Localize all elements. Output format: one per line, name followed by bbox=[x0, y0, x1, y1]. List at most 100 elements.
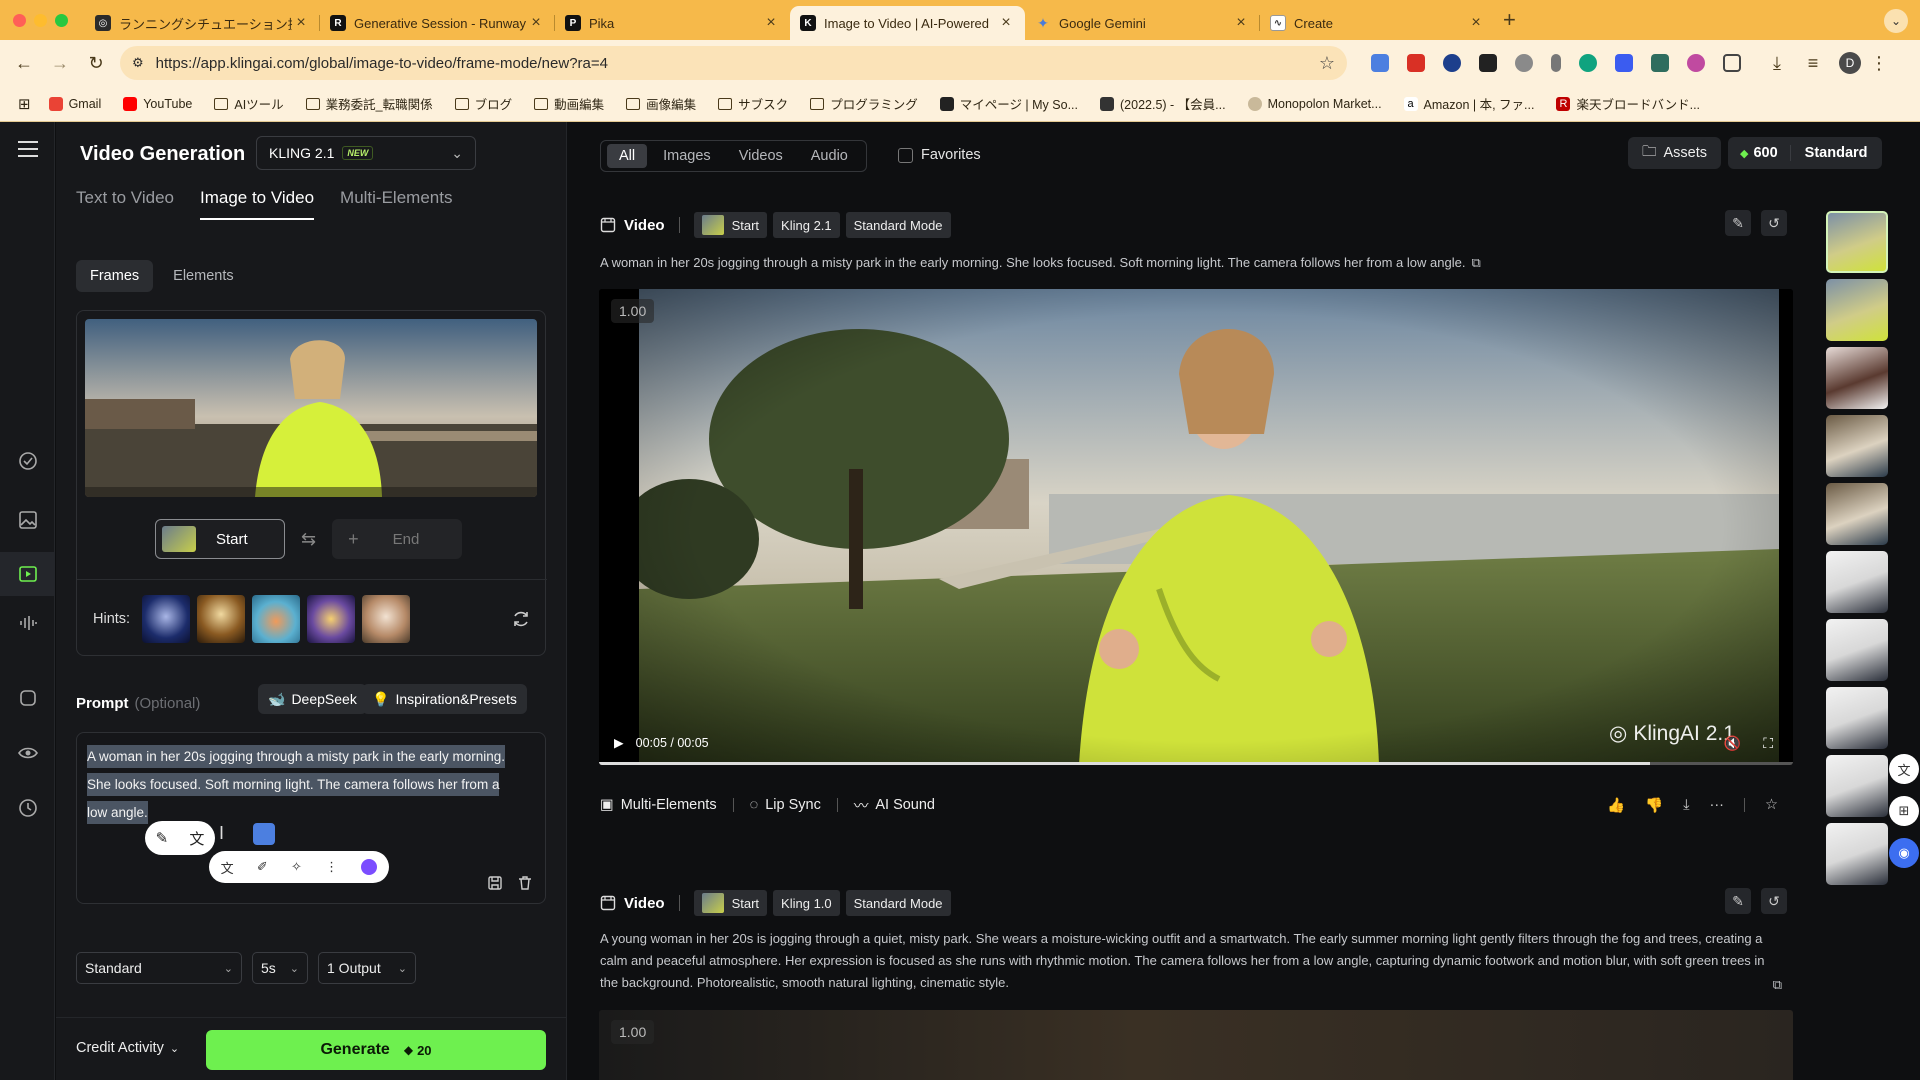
edit-icon[interactable]: ✎ bbox=[1725, 888, 1751, 914]
browser-tab[interactable]: R Generative Session - Runway × bbox=[320, 6, 555, 40]
apps-icon[interactable]: ⊞ bbox=[1889, 796, 1919, 826]
end-frame-button[interactable]: + End bbox=[332, 519, 463, 559]
start-frame-button[interactable]: Start bbox=[155, 519, 285, 559]
close-tab-icon[interactable]: × bbox=[527, 14, 545, 32]
tab-search-icon[interactable]: ⌄ bbox=[1884, 9, 1908, 33]
bookmark-monopolon[interactable]: Monopolon Market... bbox=[1247, 96, 1382, 111]
history-thumbnail[interactable] bbox=[1826, 687, 1888, 749]
progress-bar[interactable] bbox=[599, 762, 1793, 765]
mute-icon[interactable]: 🔇 bbox=[1724, 735, 1741, 752]
maximize-window-button[interactable] bbox=[55, 13, 68, 27]
refresh-hints-icon[interactable] bbox=[511, 609, 531, 629]
eye-icon[interactable] bbox=[15, 740, 40, 765]
bookmark-folder[interactable]: ブログ bbox=[454, 94, 512, 113]
credit-activity-button[interactable]: Credit Activity ⌄ bbox=[76, 1040, 179, 1056]
download-icon[interactable]: ⤓ bbox=[1683, 797, 1689, 813]
delete-icon[interactable] bbox=[517, 875, 533, 891]
browser-tab[interactable]: ∿ Create × bbox=[1260, 6, 1495, 40]
translate-icon[interactable]: 文 bbox=[189, 828, 204, 849]
filter-all[interactable]: All bbox=[607, 144, 648, 168]
highlight-icon[interactable]: ✐ bbox=[257, 859, 268, 875]
ai-sound-action[interactable]: 〰 AI Sound bbox=[854, 795, 935, 816]
image-generation-icon[interactable] bbox=[15, 507, 40, 532]
hint-thumbnail[interactable] bbox=[252, 594, 301, 643]
new-tab-button[interactable]: + bbox=[1503, 7, 1516, 33]
bookmark-folder[interactable]: 画像編集 bbox=[626, 94, 696, 113]
bookmark-folder[interactable]: サブスク bbox=[718, 94, 788, 113]
bookmark-amazon[interactable]: a Amazon | 本, ファ... bbox=[1403, 94, 1534, 113]
duration-select[interactable]: 5s ⌄ bbox=[252, 952, 308, 984]
hint-thumbnail[interactable] bbox=[362, 594, 411, 643]
translate-extension-icon[interactable] bbox=[1371, 54, 1389, 72]
close-tab-icon[interactable]: × bbox=[1232, 14, 1250, 32]
assets-icon[interactable] bbox=[15, 685, 40, 710]
microphone-icon[interactable] bbox=[1551, 54, 1561, 72]
bookmark-folder[interactable]: プログラミング bbox=[810, 94, 918, 113]
prompt-textarea[interactable]: A woman in her 20s jogging through a mis… bbox=[76, 732, 546, 904]
explore-icon[interactable] bbox=[15, 448, 40, 473]
thumbs-up-icon[interactable]: 👍 bbox=[1607, 797, 1625, 814]
assets-button[interactable]: 🗀 Assets bbox=[1628, 137, 1722, 169]
regenerate-icon[interactable]: ↺ bbox=[1761, 888, 1787, 914]
menu-icon[interactable] bbox=[15, 136, 40, 161]
history-thumbnail[interactable] bbox=[1826, 755, 1888, 817]
extension-icon[interactable] bbox=[1443, 54, 1461, 72]
download-icon[interactable]: ⤓ bbox=[1759, 53, 1795, 74]
bookmark-mypage[interactable]: マイページ | My So... bbox=[939, 94, 1078, 113]
prompt-text[interactable]: A woman in her 20s jogging through a mis… bbox=[87, 743, 523, 827]
hint-thumbnail[interactable] bbox=[142, 594, 191, 643]
favorites-filter[interactable]: Favorites bbox=[898, 147, 981, 163]
history-thumbnail[interactable] bbox=[1826, 347, 1888, 409]
extensions-puzzle-icon[interactable] bbox=[1723, 54, 1741, 72]
close-tab-icon[interactable]: × bbox=[762, 14, 780, 32]
swap-icon[interactable]: ⇆ bbox=[301, 529, 316, 550]
extension-icon[interactable] bbox=[1615, 54, 1633, 72]
more-icon[interactable]: ⋮ bbox=[325, 859, 338, 875]
youtube-extension-icon[interactable] bbox=[1407, 54, 1425, 72]
bookmark-folder[interactable]: 業務委託_転職関係 bbox=[305, 94, 433, 113]
extension-icon[interactable] bbox=[1479, 54, 1497, 72]
generate-button[interactable]: Generate ◆ 20 bbox=[206, 1030, 546, 1070]
site-settings-icon[interactable]: ⚙ bbox=[132, 55, 144, 71]
apps-grid-icon[interactable]: ⊞ bbox=[18, 95, 31, 113]
video-player[interactable]: 1.00 bbox=[599, 1010, 1793, 1080]
tab-frames[interactable]: Frames bbox=[76, 260, 154, 292]
history-thumbnail[interactable] bbox=[1826, 551, 1888, 613]
tab-multi-elements[interactable]: Multi-Elements bbox=[340, 188, 452, 220]
audio-generation-icon[interactable] bbox=[15, 610, 40, 635]
history-thumbnail[interactable] bbox=[1826, 279, 1888, 341]
outputs-select[interactable]: 1 Output ⌄ bbox=[318, 952, 416, 984]
filter-images[interactable]: Images bbox=[651, 144, 723, 168]
filter-audio[interactable]: Audio bbox=[799, 144, 860, 168]
translate-icon[interactable]: 文 bbox=[221, 858, 234, 877]
bookmark-youtube[interactable]: YouTube bbox=[123, 96, 192, 111]
close-tab-icon[interactable]: × bbox=[292, 14, 310, 32]
history-thumbnail[interactable] bbox=[1826, 483, 1888, 545]
profile-avatar[interactable]: D bbox=[1839, 52, 1861, 74]
more-icon[interactable]: ··· bbox=[1710, 797, 1725, 813]
favorites-checkbox[interactable] bbox=[898, 147, 913, 163]
video-player[interactable]: 1.00 ▶ 00:05 / 00:05 ◎ KlingAI 2.1 🔇 ⛶ bbox=[599, 289, 1793, 765]
browser-tab-active[interactable]: K Image to Video | AI-Powered × bbox=[790, 6, 1025, 40]
extension-icon[interactable] bbox=[1651, 54, 1669, 72]
magic-icon[interactable]: ✧ bbox=[291, 859, 302, 875]
quality-select[interactable]: Standard ⌄ bbox=[76, 952, 242, 984]
bookmark-folder[interactable]: 動画編集 bbox=[534, 94, 604, 113]
browser-tab[interactable]: ◎ ランニングシチュエーション提案 × bbox=[85, 6, 320, 40]
media-control-icon[interactable]: ≡ bbox=[1795, 53, 1831, 74]
regenerate-icon[interactable]: ↺ bbox=[1761, 210, 1787, 236]
close-tab-icon[interactable]: × bbox=[997, 14, 1015, 32]
video-generation-icon[interactable] bbox=[0, 552, 55, 596]
credits-plan-box[interactable]: ◆ 600 Standard bbox=[1728, 137, 1882, 169]
chatgpt-extension-icon[interactable] bbox=[1579, 54, 1597, 72]
url-text[interactable]: https://app.klingai.com/global/image-to-… bbox=[156, 55, 1319, 72]
model-selector[interactable]: KLING 2.1 NEW ⌄ bbox=[256, 136, 476, 170]
history-thumbnail[interactable] bbox=[1826, 415, 1888, 477]
hint-thumbnail[interactable] bbox=[307, 594, 356, 643]
magic-wand-icon[interactable]: ✎ bbox=[156, 829, 169, 847]
inspiration-presets-button[interactable]: 💡 Inspiration&Presets bbox=[362, 684, 527, 714]
back-icon[interactable]: ← bbox=[6, 53, 42, 74]
browser-menu-icon[interactable]: ⋮ bbox=[1861, 53, 1897, 74]
filter-videos[interactable]: Videos bbox=[727, 144, 795, 168]
edit-icon[interactable]: ✎ bbox=[1725, 210, 1751, 236]
